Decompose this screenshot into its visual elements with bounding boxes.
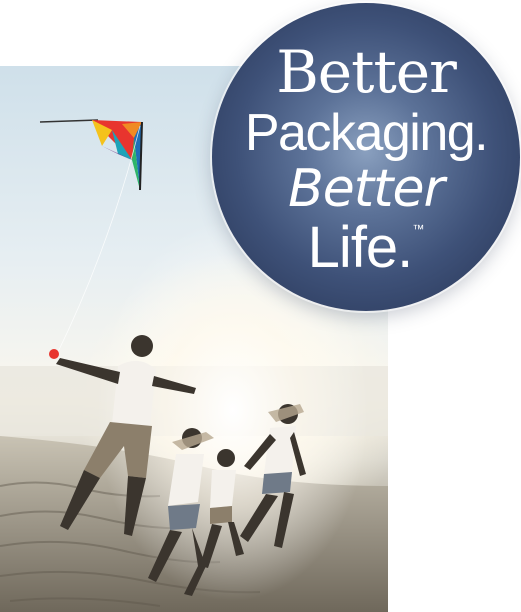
logo-line-better-script: Better [288, 159, 445, 219]
kite-reel [49, 349, 59, 359]
trademark-symbol: ™ [412, 222, 425, 236]
better-packaging-logo-badge: Better Packaging. Better Life.™ [212, 3, 520, 311]
logo-line-packaging: Packaging. [244, 104, 489, 162]
logo-line-better: Better [276, 38, 457, 106]
logo-line-life: Life.™ [212, 219, 520, 277]
logo-life-text: Life. [307, 215, 414, 280]
